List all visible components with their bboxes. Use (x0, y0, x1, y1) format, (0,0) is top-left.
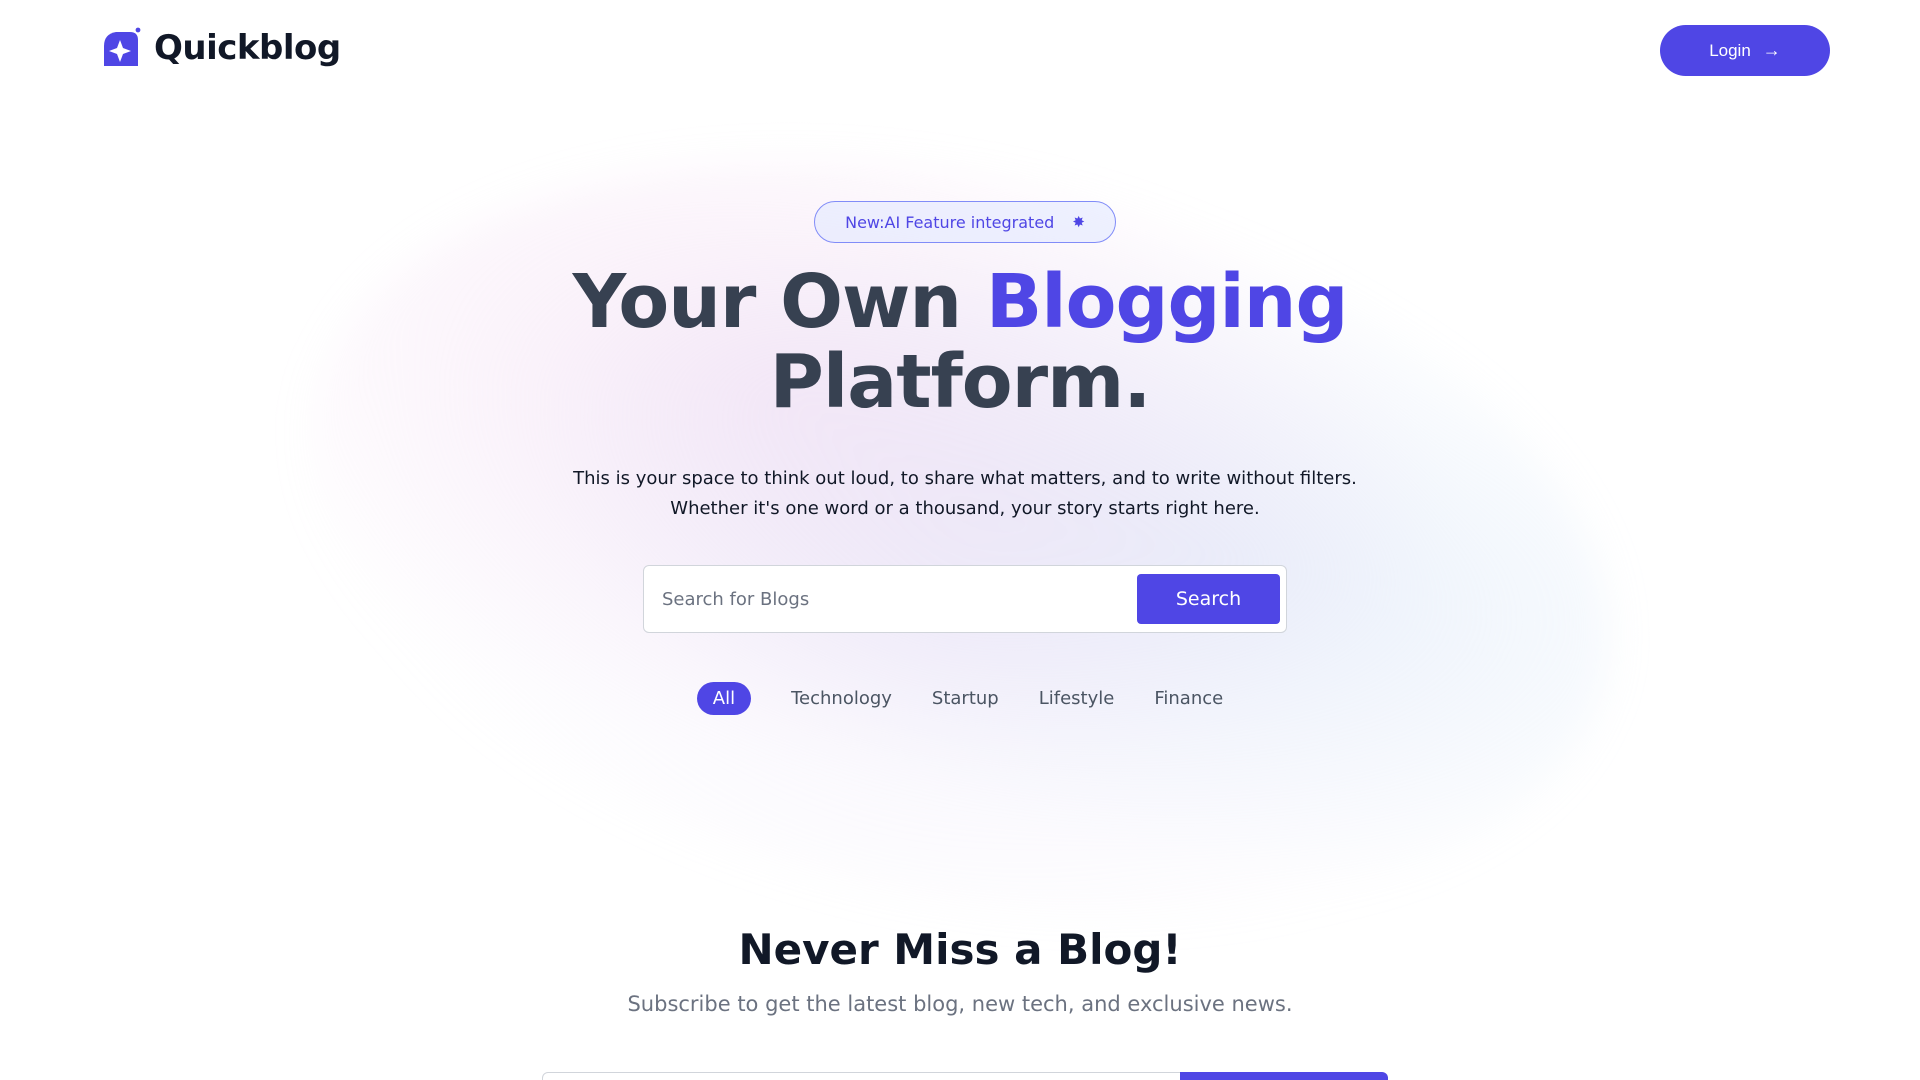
newsletter-form (542, 1072, 1388, 1080)
newsletter-subscribe-button[interactable] (1180, 1072, 1388, 1080)
login-button[interactable]: Login → (1660, 25, 1830, 76)
search-input[interactable] (662, 576, 1132, 622)
hero-title-part2: Platform. (769, 339, 1152, 425)
hero-title: Your Own Blogging Platform. (0, 262, 1920, 422)
newsletter-subtitle: Subscribe to get the latest blog, new te… (627, 992, 1293, 1016)
badge-text: New:AI Feature integrated (845, 212, 1055, 232)
hero-title-part1: Your Own (572, 259, 986, 345)
brand-logo[interactable]: Quickblog (100, 26, 341, 70)
background-gradient (239, 50, 1681, 1030)
arrow-right-icon: → (1762, 40, 1781, 60)
hero-title-accent: Blogging (985, 259, 1349, 345)
login-label: Login (1709, 40, 1751, 60)
category-all[interactable]: All (696, 682, 752, 715)
hero-description: This is your space to think out loud, to… (573, 468, 1357, 519)
brand-name: Quickblog (154, 28, 341, 68)
category-startup[interactable]: Startup (932, 688, 999, 709)
category-technology[interactable]: Technology (791, 688, 892, 709)
newsletter-email-input[interactable] (542, 1072, 1182, 1080)
category-filter: All Technology Startup Lifestyle Finance (0, 682, 1920, 715)
top-navbar: Quickblog Login → (0, 0, 1920, 100)
category-finance[interactable]: Finance (1154, 688, 1223, 709)
search-button[interactable]: Search (1137, 574, 1280, 624)
newsletter-title: Never Miss a Blog! (738, 925, 1182, 974)
category-lifestyle[interactable]: Lifestyle (1039, 688, 1115, 709)
quickblog-logo-icon (104, 27, 141, 66)
search-bar: Search (643, 565, 1287, 633)
sparkle-star-icon: ✸ (1072, 213, 1085, 231)
new-feature-badge: New:AI Feature integrated ✸ (814, 201, 1116, 243)
